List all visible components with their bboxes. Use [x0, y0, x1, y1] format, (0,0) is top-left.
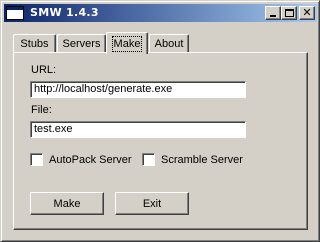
make-tab-panel: URL: http://localhost/generate.exe File:…	[13, 52, 308, 230]
close-button[interactable]: ✕	[299, 6, 315, 20]
app-window-icon[interactable]	[6, 6, 24, 20]
tab-about[interactable]: About	[149, 34, 189, 53]
application-window: SMW 1.4.3 ✕ Stubs Servers Make About URL…	[0, 0, 320, 242]
autopack-server-label: AutoPack Server	[49, 153, 132, 166]
autopack-server-option[interactable]: AutoPack Server	[30, 153, 132, 166]
close-icon: ✕	[302, 6, 312, 19]
url-input[interactable]: http://localhost/generate.exe	[30, 81, 246, 98]
tab-servers[interactable]: Servers	[57, 34, 106, 53]
maximize-icon	[284, 9, 294, 17]
exit-button-label: Exit	[142, 197, 162, 210]
tab-stubs[interactable]: Stubs	[13, 34, 56, 53]
tab-label: Make	[111, 35, 143, 52]
exit-button[interactable]: Exit	[115, 192, 189, 215]
scramble-server-option[interactable]: Scramble Server	[142, 153, 243, 166]
tab-label: Servers	[62, 38, 101, 50]
scramble-server-label: Scramble Server	[161, 153, 243, 166]
scramble-server-checkbox[interactable]	[142, 153, 155, 166]
tab-label: About	[154, 38, 184, 50]
file-label: File:	[31, 104, 52, 116]
file-input[interactable]: test.exe	[30, 121, 246, 138]
tab-label: Stubs	[20, 38, 49, 50]
url-label: URL:	[31, 64, 57, 76]
minimize-icon	[270, 15, 276, 17]
tab-make[interactable]: Make	[106, 32, 148, 54]
maximize-button[interactable]	[281, 6, 297, 20]
make-button[interactable]: Make	[30, 192, 104, 215]
minimize-button[interactable]	[265, 6, 281, 20]
make-button-label: Make	[53, 197, 81, 210]
title-bar[interactable]: SMW 1.4.3 ✕	[4, 4, 317, 22]
autopack-server-checkbox[interactable]	[30, 153, 43, 166]
window-title: SMW 1.4.3	[30, 6, 99, 19]
